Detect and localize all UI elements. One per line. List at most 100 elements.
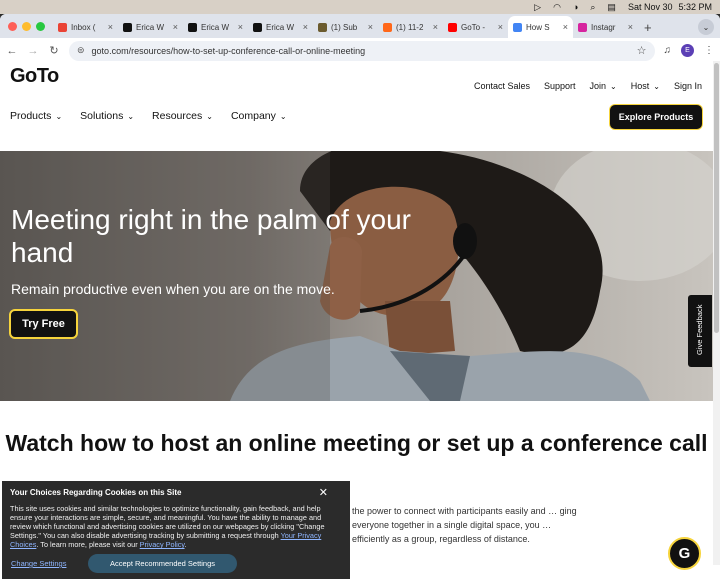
- media-control-icon[interactable]: ♫: [664, 45, 672, 56]
- try-free-button[interactable]: Try Free: [9, 309, 78, 339]
- explore-products-button[interactable]: Explore Products: [610, 105, 702, 129]
- address-bar[interactable]: ⊜ goto.com/resources/how-to-set-up-confe…: [69, 40, 655, 61]
- cookie-text: This site uses cookies and similar techn…: [10, 504, 340, 549]
- youtube-icon: [448, 22, 457, 32]
- hero-banner: Meeting right in the palm of your hand R…: [0, 151, 713, 401]
- feedback-label: Give Feedback: [695, 304, 704, 355]
- site-header: GoTo Contact Sales Support Join ⌄ Host ⌄ S…: [0, 61, 713, 150]
- nav-products-label: Products: [10, 110, 52, 122]
- browser-tab[interactable]: GoTo - ×: [443, 16, 508, 38]
- chevron-down-icon: ⌄: [279, 112, 287, 121]
- nav-host[interactable]: Host ⌄: [631, 81, 660, 91]
- browser-tab[interactable]: Inbox ( ×: [53, 16, 118, 38]
- browser-tab[interactable]: Instagr ×: [573, 16, 638, 38]
- accept-recommended-settings-button[interactable]: Accept Recommended Settings: [88, 554, 237, 573]
- scrollbar-thumb[interactable]: [714, 63, 719, 333]
- menubar-time[interactable]: 5:32 PM: [678, 2, 712, 12]
- cookie-consent-banner: Your Choices Regarding Cookies on this S…: [2, 481, 350, 579]
- chevron-down-icon: ⌄: [127, 112, 135, 121]
- browser-tab[interactable]: (1) 11-2 ×: [378, 16, 443, 38]
- chevron-down-icon: ⌄: [610, 82, 617, 91]
- headphones-icon[interactable]: ◑: [573, 2, 578, 12]
- site-info-icon[interactable]: ⊜: [77, 45, 85, 56]
- nav-solutions-label: Solutions: [80, 110, 124, 122]
- profile-avatar[interactable]: E: [681, 44, 694, 57]
- chrome-menu-icon[interactable]: ⋮: [704, 45, 714, 56]
- tab-close-icon[interactable]: ×: [628, 22, 633, 32]
- tab-title: Inbox (: [71, 22, 96, 32]
- nav-products[interactable]: Products ⌄: [10, 110, 62, 122]
- nav-join[interactable]: Join ⌄: [590, 81, 617, 91]
- tab-close-icon[interactable]: ×: [368, 22, 373, 32]
- logo-text: GoTo: [10, 65, 59, 87]
- search-icon[interactable]: ⌕: [590, 2, 595, 13]
- tab-close-icon[interactable]: ×: [173, 22, 178, 32]
- back-arrow-icon[interactable]: ←: [6, 45, 18, 57]
- tab-close-icon[interactable]: ×: [498, 22, 503, 32]
- tab-close-icon[interactable]: ×: [238, 22, 243, 32]
- give-feedback-tab[interactable]: Give Feedback: [688, 295, 712, 367]
- close-window-button[interactable]: [8, 21, 17, 31]
- goto-logo[interactable]: GoTo: [10, 65, 59, 90]
- main-nav: Products ⌄ Solutions ⌄ Resources ⌄ Company ⌄: [10, 110, 287, 122]
- chevron-down-icon: ⌄: [206, 112, 213, 121]
- tab-close-icon[interactable]: ×: [563, 22, 568, 32]
- tab-close-icon[interactable]: ×: [303, 22, 308, 32]
- browser-tab[interactable]: Erica W ×: [118, 16, 183, 38]
- hero-subtitle: Remain productive even when you are on t…: [11, 281, 335, 297]
- tab-close-icon[interactable]: ×: [433, 22, 438, 32]
- instagram-icon: [578, 22, 587, 32]
- reload-icon[interactable]: ↻: [48, 44, 60, 57]
- browser-toolbar: ← → ↻ ⊜ goto.com/resources/how-to-set-up…: [0, 38, 720, 63]
- nav-company-label: Company: [230, 110, 276, 122]
- nav-resources-label: Resources: [152, 110, 203, 122]
- minimize-window-button[interactable]: [22, 21, 31, 31]
- nav-solutions[interactable]: Solutions ⌄: [80, 110, 134, 122]
- tab-title: Erica W: [266, 22, 294, 32]
- nav-resources[interactable]: Resources ⌄: [152, 110, 213, 122]
- chat-letter: G: [678, 545, 691, 562]
- tab-title: Erica W: [136, 22, 164, 32]
- nav-contact-sales[interactable]: Contact Sales: [474, 81, 530, 91]
- address-url[interactable]: goto.com/resources/how-to-set-up-confere…: [92, 46, 630, 56]
- x-icon: [188, 22, 197, 32]
- tab-title: GoTo -: [461, 22, 486, 32]
- browser-tab[interactable]: Erica W ×: [248, 16, 313, 38]
- nav-sign-in[interactable]: Sign In: [674, 81, 702, 91]
- tab-close-icon[interactable]: ×: [108, 22, 113, 32]
- tab-title: (1) Sub: [331, 22, 358, 32]
- nav-support[interactable]: Support: [544, 81, 576, 91]
- hero-title: Meeting right in the palm of your hand: [11, 204, 411, 268]
- x-icon: [123, 22, 132, 32]
- cookie-text-c: .: [184, 540, 187, 550]
- privacy-policy-link[interactable]: Privacy Policy: [140, 540, 185, 549]
- substack-icon: [318, 22, 327, 32]
- browser-tab[interactable]: Erica W ×: [183, 16, 248, 38]
- menubar-date[interactable]: Sat Nov 30: [628, 2, 673, 12]
- nav-company[interactable]: Company ⌄: [231, 110, 287, 122]
- cookie-text-a: This site uses cookies and similar techn…: [10, 504, 325, 541]
- tab-title: Instagr: [591, 22, 616, 32]
- control-center-icon[interactable]: ▤: [607, 2, 616, 13]
- section-body-text: the power to connect with participants e…: [352, 506, 577, 544]
- section-title: Watch how to host an online meeting or s…: [5, 430, 708, 456]
- top-nav: Contact Sales Support Join ⌄ Host ⌄ Sign I…: [474, 81, 702, 91]
- page-scrollbar[interactable]: [713, 61, 720, 565]
- maximize-window-button[interactable]: [36, 21, 45, 31]
- nav-host-label: Host: [630, 81, 650, 91]
- macos-menu-bar: ▷ ◠ ◑ ⌕ ▤ Sat Nov 30 5:32 PM: [0, 0, 720, 14]
- close-icon[interactable]: ✕: [319, 486, 328, 499]
- hero-photo-woman-headset: [0, 151, 713, 401]
- browser-tab[interactable]: (1) Sub ×: [313, 16, 378, 38]
- play-icon[interactable]: ▷: [534, 2, 541, 13]
- chevron-down-icon: ⌄: [55, 112, 63, 121]
- chevron-down-icon: ⌄: [653, 82, 660, 91]
- wifi-icon[interactable]: ◠: [553, 2, 561, 13]
- browser-tab[interactable]: How S ×: [508, 16, 573, 38]
- tab-search-icon[interactable]: ⌄: [698, 19, 714, 35]
- forward-arrow-icon[interactable]: →: [27, 45, 39, 57]
- chat-widget-button[interactable]: G: [668, 537, 701, 570]
- bookmark-star-icon[interactable]: ☆: [637, 44, 647, 57]
- new-tab-button[interactable]: +: [638, 16, 658, 38]
- change-settings-link[interactable]: Change Settings: [11, 559, 66, 568]
